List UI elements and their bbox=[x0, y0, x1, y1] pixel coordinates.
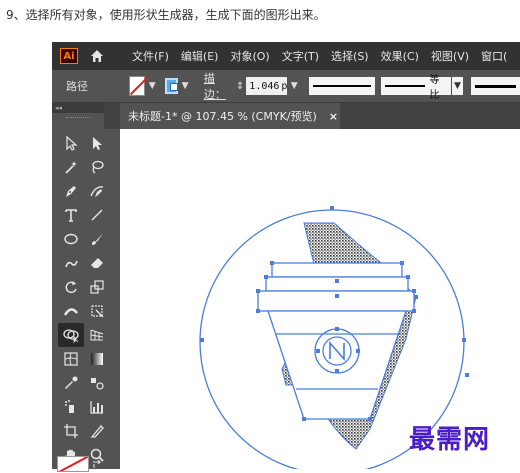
menu-view[interactable]: 视图(V) bbox=[431, 48, 469, 64]
fill-none-swatch[interactable] bbox=[129, 76, 146, 96]
stroke-weight-input[interactable]: 1.046 p bbox=[246, 77, 288, 95]
fill-stroke-indicator[interactable] bbox=[57, 456, 89, 472]
slice-tool-icon[interactable] bbox=[84, 419, 110, 443]
menu-object[interactable]: 对象(O) bbox=[230, 48, 269, 64]
profile-dropdown-icon[interactable]: ▼ bbox=[451, 77, 463, 95]
curvature-tool-icon[interactable] bbox=[84, 179, 110, 203]
swap-fill-stroke-icon[interactable] bbox=[92, 454, 102, 473]
menu-type[interactable]: 文字(T) bbox=[282, 48, 319, 64]
gradient-tool-icon[interactable] bbox=[84, 347, 110, 371]
shape-builder-tool-icon[interactable] bbox=[58, 323, 84, 347]
panel-grip[interactable] bbox=[66, 117, 90, 119]
artboard-canvas[interactable] bbox=[120, 129, 520, 473]
magic-wand-tool-icon[interactable] bbox=[58, 155, 84, 179]
illustrator-window: Ai 文件(F) 编辑(E) 对象(O) 文字(T) 选择(S) 效果(C) 视… bbox=[52, 42, 520, 473]
type-tool-icon[interactable] bbox=[58, 203, 84, 227]
document-tab[interactable]: 未标题-1* @ 107.45 % (CMYK/预览) × bbox=[120, 103, 340, 129]
lasso-tool-icon[interactable] bbox=[84, 155, 110, 179]
stroke-dropdown-icon[interactable]: ▼ bbox=[180, 77, 189, 95]
home-icon[interactable] bbox=[88, 47, 106, 65]
scale-tool-icon[interactable] bbox=[84, 275, 110, 299]
pen-tool-icon[interactable] bbox=[58, 179, 84, 203]
tool-grid bbox=[58, 131, 110, 467]
artwork[interactable] bbox=[120, 129, 520, 473]
eyedropper-tool-icon[interactable] bbox=[58, 371, 84, 395]
selection-tool-icon[interactable] bbox=[58, 131, 84, 155]
menu-select[interactable]: 选择(S) bbox=[331, 48, 369, 64]
menu-edit[interactable]: 编辑(E) bbox=[181, 48, 219, 64]
blend-tool-icon[interactable] bbox=[84, 371, 110, 395]
menu-file[interactable]: 文件(F) bbox=[132, 48, 169, 64]
variable-width-profile[interactable] bbox=[308, 77, 376, 95]
instruction-text: 9、选择所有对象，使用形状生成器，生成下面的图形出来。 bbox=[6, 8, 326, 22]
free-transform-tool-icon[interactable] bbox=[84, 299, 110, 323]
site-watermark: 最需网 bbox=[409, 425, 491, 455]
menu-effect[interactable]: 效果(C) bbox=[381, 48, 419, 64]
brush-profile-select[interactable]: 等比 bbox=[381, 75, 451, 101]
stroke-weight-dropdown-icon[interactable]: ▼ bbox=[289, 77, 298, 95]
menu-bar: Ai 文件(F) 编辑(E) 对象(O) 文字(T) 选择(S) 效果(C) 视… bbox=[52, 42, 520, 70]
shaper-tool-icon[interactable] bbox=[58, 251, 84, 275]
eraser-tool-icon[interactable] bbox=[84, 251, 110, 275]
lid-top-rect[interactable] bbox=[271, 262, 403, 278]
stroke-color-swatch[interactable] bbox=[164, 78, 179, 94]
selection-type-label: 路径 bbox=[66, 80, 88, 93]
menu-window[interactable]: 窗口( bbox=[481, 48, 507, 64]
mesh-tool-icon[interactable] bbox=[58, 347, 84, 371]
paintbrush-tool-icon[interactable] bbox=[84, 227, 110, 251]
column-graph-tool-icon[interactable] bbox=[84, 395, 110, 419]
symbol-sprayer-tool-icon[interactable] bbox=[58, 395, 84, 419]
rotate-tool-icon[interactable] bbox=[58, 275, 84, 299]
artboard-tool-icon[interactable] bbox=[58, 419, 84, 443]
width-tool-icon[interactable] bbox=[58, 299, 84, 323]
document-tab-strip: 未标题-1* @ 107.45 % (CMYK/预览) × bbox=[104, 103, 520, 129]
fill-dropdown-icon[interactable]: ▼ bbox=[147, 77, 156, 95]
control-bar: 路径 ▼ ▼ 描边： ⇕ 1.046 p ▼ 等比 ▼ bbox=[52, 70, 520, 103]
brush-definition[interactable] bbox=[470, 77, 520, 95]
direct-selection-tool-icon[interactable] bbox=[84, 131, 110, 155]
document-tab-title: 未标题-1* @ 107.45 % (CMYK/预览) bbox=[128, 110, 317, 123]
stroke-stepper-icon[interactable]: ⇕ bbox=[236, 81, 244, 92]
panel-collapse-icon[interactable]: ◂◂ bbox=[52, 103, 104, 113]
stroke-label[interactable]: 描边： bbox=[204, 70, 230, 102]
perspective-grid-tool-icon[interactable] bbox=[84, 323, 110, 347]
tools-panel: ◂◂ bbox=[52, 103, 104, 472]
ellipse-tool-icon[interactable] bbox=[58, 227, 84, 251]
line-segment-tool-icon[interactable] bbox=[84, 203, 110, 227]
close-tab-icon[interactable]: × bbox=[329, 110, 338, 123]
app-logo: Ai bbox=[60, 48, 78, 64]
